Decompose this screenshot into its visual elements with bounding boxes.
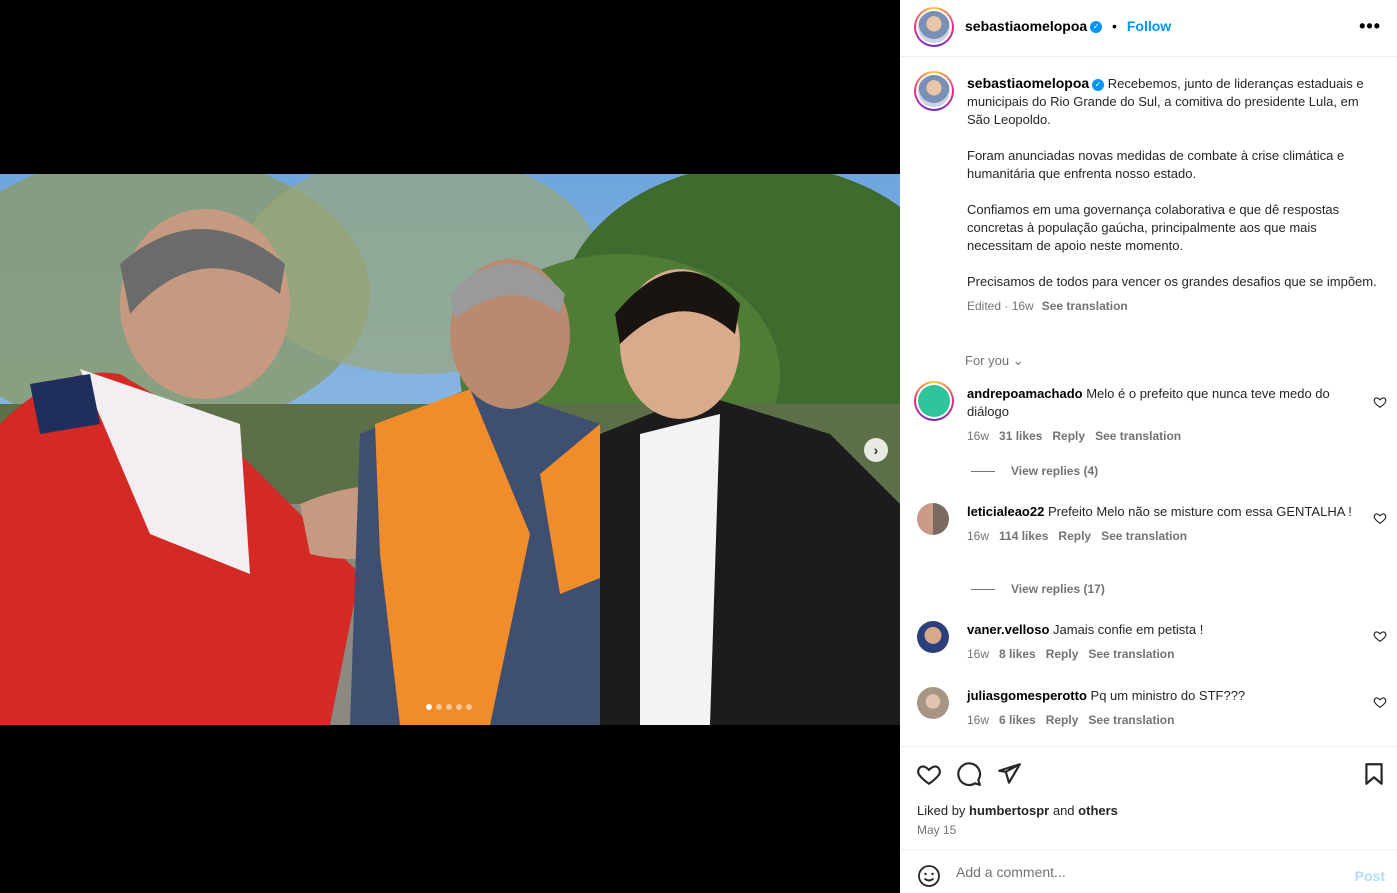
comment-username[interactable]: andrepoamachado xyxy=(967,386,1083,401)
comment-meta: 16w 114 likes Reply See translation xyxy=(967,527,1367,545)
carousel-dot xyxy=(446,704,452,710)
comment-body: juliasgomesperotto Pq um ministro do STF… xyxy=(967,687,1367,729)
like-comment-icon[interactable] xyxy=(1373,695,1387,709)
comment-input[interactable] xyxy=(956,864,1336,880)
caption-paragraph: Foram anunciadas novas medidas de combat… xyxy=(967,148,1345,181)
carousel-dot xyxy=(436,704,442,710)
commenter-avatar[interactable] xyxy=(917,687,949,719)
like-heart-icon[interactable] xyxy=(916,761,942,787)
comment-text: Pq um ministro do STF??? xyxy=(1090,688,1246,703)
comment-text: Jamais confie em petista ! xyxy=(1053,622,1204,637)
caption: sebastiaomelopoa ✓ Recebemos, junto de li… xyxy=(967,74,1377,315)
edited-age: Edited · 16w xyxy=(967,299,1034,313)
comment-username[interactable]: leticialeao22 xyxy=(967,504,1044,519)
post-header: sebastiaomelopoa ✓ • Follow ••• xyxy=(900,0,1397,57)
carousel-dots xyxy=(426,704,472,710)
comment-age: 16w xyxy=(967,647,990,661)
comment-username[interactable]: juliasgomesperotto xyxy=(967,688,1087,703)
liked-by-prefix: Liked by xyxy=(917,803,966,818)
liked-by: Liked by humbertospr and others xyxy=(917,803,1118,818)
separator-dot: • xyxy=(1112,18,1117,34)
comment-likes[interactable]: 8 likes xyxy=(999,647,1036,661)
comment-body: leticialeao22 Prefeito Melo não se mistu… xyxy=(967,503,1367,545)
liked-by-user[interactable]: humbertospr xyxy=(969,803,1049,818)
header-user-line: sebastiaomelopoa ✓ • Follow xyxy=(965,18,1171,34)
view-replies-label: View replies (17) xyxy=(1011,582,1105,596)
author-avatar[interactable] xyxy=(914,7,954,47)
comment-meta: 16w 6 likes Reply See translation xyxy=(967,711,1367,729)
comment-age: 16w xyxy=(967,529,990,543)
like-comment-icon[interactable] xyxy=(1373,395,1387,409)
caption-paragraph: Precisamos de todos para vencer os grand… xyxy=(967,274,1377,289)
share-send-icon[interactable] xyxy=(996,761,1022,787)
comments-scroll-area[interactable]: sebastiaomelopoa ✓ Recebemos, junto de li… xyxy=(900,58,1397,745)
comment-body: vaner.velloso Jamais confie em petista !… xyxy=(967,621,1367,663)
see-translation-link[interactable]: See translation xyxy=(1088,647,1174,661)
post-actions: Liked by humbertospr and others May 15 xyxy=(900,746,1397,849)
caption-meta: Edited · 16w See translation xyxy=(967,297,1377,315)
comment-text: Prefeito Melo não se misture com essa GE… xyxy=(1047,504,1352,519)
caption-author-avatar[interactable] xyxy=(914,71,954,111)
add-comment-bar: Post xyxy=(900,849,1397,893)
comment-meta: 16w 8 likes Reply See translation xyxy=(967,645,1367,663)
comment-meta: 16w 31 likes Reply See translation xyxy=(967,427,1367,445)
liked-by-others[interactable]: others xyxy=(1078,803,1118,818)
caption-username[interactable]: sebastiaomelopoa xyxy=(967,75,1089,91)
emoji-icon[interactable] xyxy=(917,864,941,888)
post-date[interactable]: May 15 xyxy=(917,823,956,837)
more-options-icon[interactable]: ••• xyxy=(1359,16,1381,37)
comment-age: 16w xyxy=(967,429,990,443)
commenter-avatar[interactable] xyxy=(917,503,949,535)
like-comment-icon[interactable] xyxy=(1373,511,1387,525)
for-you-label: For you xyxy=(965,353,1010,368)
post-photo[interactable] xyxy=(0,174,900,725)
chevron-down-icon: ⌄ xyxy=(1012,353,1024,368)
see-translation-link[interactable]: See translation xyxy=(1101,529,1187,543)
author-username[interactable]: sebastiaomelopoa xyxy=(965,18,1087,34)
follow-button[interactable]: Follow xyxy=(1127,18,1171,34)
photo-illustration xyxy=(0,174,900,725)
comment-likes[interactable]: 31 likes xyxy=(999,429,1042,443)
liked-by-and: and xyxy=(1052,803,1075,818)
carousel-dot xyxy=(456,704,462,710)
reply-button[interactable]: Reply xyxy=(1058,529,1091,543)
carousel-dot xyxy=(426,704,432,710)
comment-body: andrepoamachado Melo é o prefeito que nu… xyxy=(967,385,1367,445)
carousel-dot xyxy=(466,704,472,710)
next-slide-button[interactable]: › xyxy=(864,438,888,462)
media-viewer: › xyxy=(0,0,900,893)
caption-paragraph: Confiamos em uma governança colaborativa… xyxy=(967,202,1340,253)
verified-badge-icon: ✓ xyxy=(1090,21,1103,34)
replies-divider xyxy=(971,589,995,591)
comment-likes[interactable]: 6 likes xyxy=(999,713,1036,727)
comment-username[interactable]: vaner.velloso xyxy=(967,622,1049,637)
comment-age: 16w xyxy=(967,713,990,727)
view-replies-label: View replies (4) xyxy=(1011,464,1099,478)
replies-divider xyxy=(971,471,995,473)
reply-button[interactable]: Reply xyxy=(1046,713,1079,727)
see-translation-link[interactable]: See translation xyxy=(1088,713,1174,727)
reply-button[interactable]: Reply xyxy=(1052,429,1085,443)
view-replies-button[interactable]: View replies (4) xyxy=(971,464,1098,478)
comment-likes[interactable]: 114 likes xyxy=(999,529,1048,543)
post-panel: sebastiaomelopoa ✓ • Follow ••• sebastiao… xyxy=(900,0,1397,893)
comment-bubble-icon[interactable] xyxy=(956,761,982,787)
commenter-avatar[interactable] xyxy=(917,621,949,653)
reply-button[interactable]: Reply xyxy=(1046,647,1079,661)
view-replies-button[interactable]: View replies (17) xyxy=(971,582,1105,596)
post-comment-button[interactable]: Post xyxy=(1355,868,1385,884)
commenter-avatar[interactable] xyxy=(914,381,954,421)
see-translation-link[interactable]: See translation xyxy=(1095,429,1181,443)
for-you-filter[interactable]: For you ⌄ xyxy=(965,353,1024,369)
verified-badge-icon: ✓ xyxy=(1092,78,1105,91)
bookmark-save-icon[interactable] xyxy=(1361,761,1387,787)
caption-paragraph: sebastiaomelopoa ✓ Recebemos, junto de li… xyxy=(967,74,1377,129)
see-translation-link[interactable]: See translation xyxy=(1042,299,1128,313)
like-comment-icon[interactable] xyxy=(1373,629,1387,643)
